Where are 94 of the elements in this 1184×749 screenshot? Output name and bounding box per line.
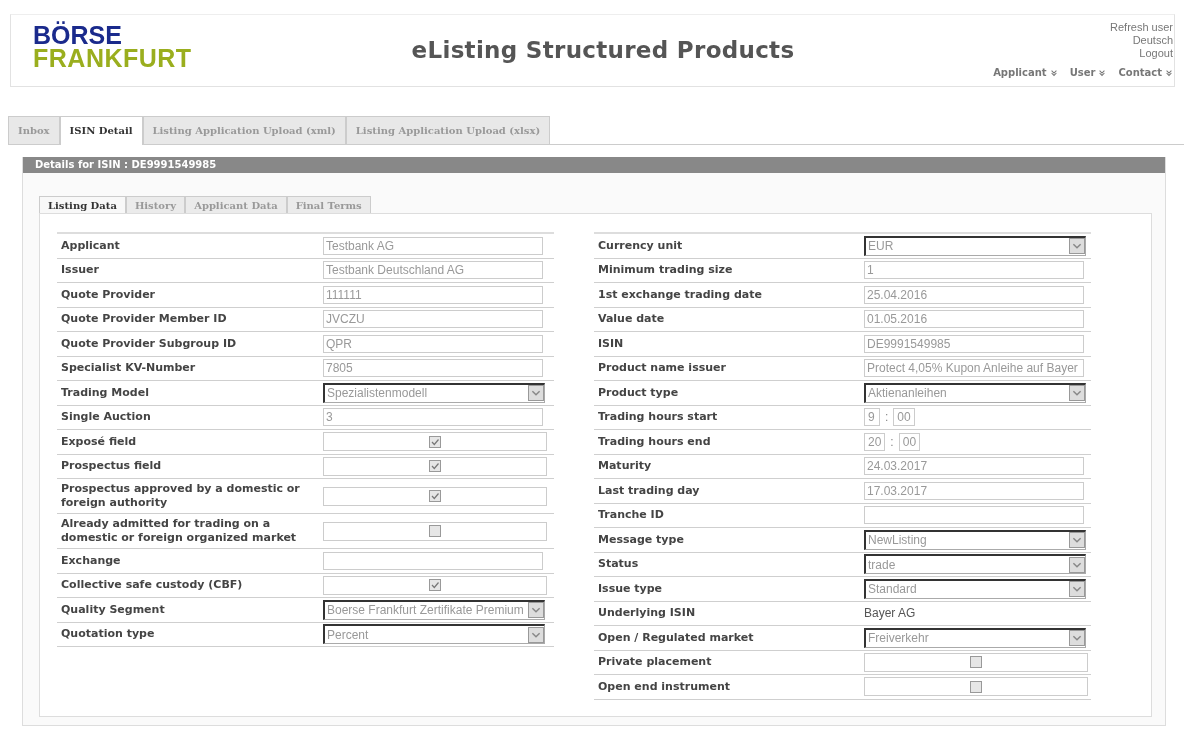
field-label: Quotation type (60, 626, 156, 643)
double-chevron-icon (1165, 68, 1173, 77)
input-field[interactable]: 25.04.2016 (864, 285, 1084, 304)
field-label: Quality Segment (60, 601, 166, 618)
app-title: eListing Structured Products (410, 36, 796, 65)
input-field[interactable]: Testbank AG (323, 236, 543, 255)
header-link[interactable]: Deutsch (1132, 34, 1173, 47)
field-label: ISIN (597, 335, 625, 352)
tab[interactable]: History (125, 196, 186, 213)
hours-field[interactable]: 20 (864, 432, 886, 451)
input-field[interactable]: Protect 4,05% Kupon Anleihe auf Bayer (864, 359, 1084, 378)
dropdown[interactable]: Boerse Frankfurt Zertifikate Premium (323, 599, 545, 620)
tab[interactable]: Listing Data (39, 196, 126, 213)
field-label: Trading hours start (597, 409, 719, 426)
input-field[interactable]: QPR (323, 334, 543, 353)
tab[interactable]: Inbox (8, 116, 60, 144)
field-label: Minimum trading size (597, 262, 734, 279)
field-label: Underlying ISIN (597, 605, 697, 622)
field-label: Currency unit (597, 237, 684, 254)
field-label: Specialist KV-Number (60, 360, 197, 377)
field-label: Open / Regulated market (597, 629, 755, 646)
field-label: Quote Provider Subgroup ID (60, 335, 238, 352)
checkbox[interactable] (429, 460, 441, 473)
time-separator: : (890, 434, 894, 449)
input-field[interactable]: 7805 (323, 359, 543, 378)
field-label: Exposé field (60, 433, 138, 450)
tab[interactable]: Listing Application Upload (xlsx) (345, 116, 551, 144)
field-label: Maturity (597, 458, 653, 475)
field-label: Trading Model (60, 384, 150, 401)
tab[interactable]: Listing Application Upload (xml) (142, 116, 346, 144)
header-link[interactable]: Logout (1139, 47, 1173, 60)
field-label: Product type (597, 384, 680, 401)
logo: BÖRSE FRANKFURT (32, 20, 193, 74)
tab[interactable]: ISIN Detail (59, 116, 143, 145)
input-field[interactable]: 1 (864, 261, 1084, 280)
field-label: Quote Provider Member ID (60, 311, 228, 328)
input-field[interactable]: DE9991549985 (864, 334, 1084, 353)
double-chevron-icon (1098, 68, 1107, 77)
field-label: Last trading day (597, 482, 701, 499)
field-label: Collective safe custody (CBF) (60, 577, 244, 594)
input-field[interactable]: JVCZU (323, 310, 543, 329)
field-label: Exchange (60, 552, 122, 569)
field-label: Message type (597, 531, 685, 548)
checkbox[interactable] (429, 579, 441, 592)
field-label: Tranche ID (597, 507, 665, 524)
field-label: Issuer (60, 262, 100, 279)
input-field[interactable]: 24.03.2017 (864, 457, 1084, 476)
field-label: Value date (597, 311, 666, 328)
field-label: Status (597, 556, 640, 573)
minutes-field[interactable]: 00 (893, 408, 915, 427)
field-label: Open end instrument (597, 678, 732, 695)
input-field[interactable]: 3 (323, 408, 543, 427)
field-label: Private placement (597, 654, 713, 671)
field-label: Prospectus approved by a domestic or foreign authority (60, 481, 301, 511)
input-field[interactable]: Testbank Deutschland AG (323, 261, 543, 280)
field-label: Already admitted for trading on a domestic or foreign organized market (60, 516, 298, 546)
field-label: 1st exchange trading date (597, 286, 763, 303)
time-separator: : (885, 410, 889, 425)
hours-field[interactable]: 9 (864, 408, 880, 427)
input-field[interactable] (864, 506, 1084, 525)
checkbox[interactable] (429, 490, 441, 502)
dropdown[interactable]: Standard (864, 578, 1086, 599)
panel-title: Details for ISIN : DE9991549985 (23, 157, 1165, 173)
dropdown[interactable]: Aktienanleihen (864, 382, 1086, 403)
input-field[interactable]: 111111 (323, 285, 543, 304)
menu-dropdown[interactable]: User (1069, 67, 1107, 78)
dropdown[interactable]: Freiverkehr (864, 627, 1086, 648)
checkbox[interactable] (429, 525, 441, 537)
checkbox[interactable] (429, 435, 441, 448)
input-field[interactable]: 17.03.2017 (864, 481, 1084, 500)
field-value: Bayer AG (864, 606, 916, 621)
field-label: Applicant (60, 237, 121, 254)
dropdown[interactable]: trade (864, 554, 1086, 575)
checkbox[interactable] (970, 656, 982, 669)
tab[interactable]: Applicant Data (185, 196, 287, 213)
field-label: Single Auction (60, 409, 152, 426)
tab[interactable]: Final Terms (286, 196, 371, 213)
field-label: Product name issuer (597, 360, 727, 377)
field-label: Issue type (597, 580, 664, 597)
field-label: Trading hours end (597, 433, 712, 450)
input-field[interactable]: 01.05.2016 (864, 310, 1084, 329)
dropdown[interactable]: NewListing (864, 529, 1086, 550)
dropdown[interactable]: EUR (864, 235, 1086, 256)
field-label: Quote Provider (60, 286, 157, 303)
dropdown[interactable]: Spezialistenmodell (323, 382, 545, 403)
dropdown[interactable]: Percent (323, 624, 545, 645)
double-chevron-icon (1049, 68, 1058, 77)
header-link[interactable]: Refresh user (1110, 21, 1173, 34)
menu-dropdown[interactable]: Applicant (993, 67, 1058, 78)
checkbox[interactable] (970, 680, 982, 693)
input-field[interactable] (323, 551, 543, 570)
minutes-field[interactable]: 00 (898, 432, 921, 451)
field-label: Prospectus field (60, 458, 163, 475)
menu-dropdown[interactable]: Contact (1118, 67, 1173, 78)
